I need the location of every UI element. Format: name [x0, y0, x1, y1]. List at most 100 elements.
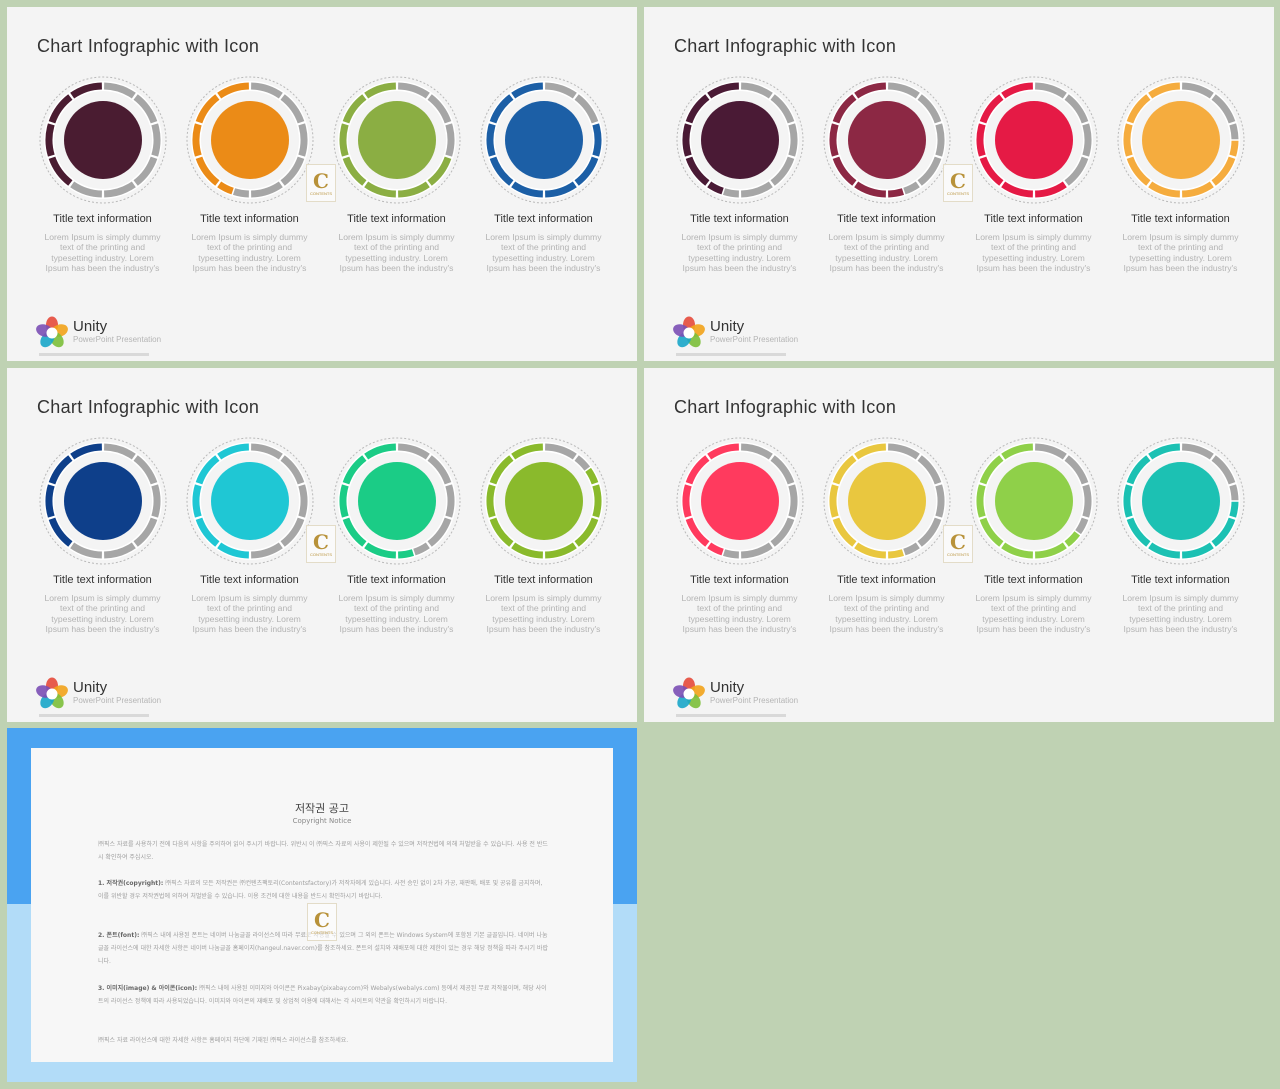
item-title: Title text information: [494, 213, 593, 225]
ring-segment-filled: [1122, 484, 1133, 518]
ring-segment-filled: [1122, 123, 1133, 157]
ring-segment-filled: [975, 484, 986, 518]
slide-4[interactable]: Chart Infographic with Icon Title text in…: [644, 368, 1274, 722]
brand-underline: [676, 714, 786, 717]
item-title: Title text information: [494, 574, 593, 586]
ring-segment-empty: [232, 188, 249, 198]
ring-segment-filled: [591, 123, 602, 157]
ring-segment-empty: [150, 123, 161, 157]
ring-segment-filled: [44, 484, 55, 518]
ring-segment-filled: [338, 484, 349, 518]
ring-segment-filled: [485, 484, 496, 518]
item-body: Lorem Ipsum is simply dummy text of the …: [681, 232, 798, 274]
ring-segment-filled: [887, 549, 904, 559]
ring-segment-empty: [722, 188, 739, 198]
brand-underline: [39, 353, 149, 356]
brand-text: Unity PowerPoint Presentation: [73, 318, 161, 345]
color-disc: [700, 101, 779, 179]
watermark-letter: C: [950, 168, 966, 193]
chart-item[interactable]: Title text information Lorem Ipsum is sim…: [176, 73, 323, 274]
brand-text: Unity PowerPoint Presentation: [710, 679, 798, 706]
notice-image: 3. 이미지(image) & 아이콘(icon): ㈜픽스 내에 사용된 이미…: [98, 982, 548, 1008]
ring-segment-filled: [397, 549, 414, 559]
ring-chart: [186, 76, 313, 204]
item-body: Lorem Ipsum is simply dummy text of the …: [1122, 593, 1239, 635]
notice-font-label: 2. 폰트(font):: [98, 932, 140, 939]
brand-name: Unity: [710, 679, 745, 696]
brand-logo: Unity PowerPoint Presentation: [35, 316, 161, 350]
ring-chart: [823, 76, 950, 204]
brand-underline: [676, 353, 786, 356]
chart-item[interactable]: Title text information Lorem Ipsum is sim…: [960, 434, 1107, 635]
color-disc: [994, 101, 1073, 179]
brand-logo: Unity PowerPoint Presentation: [672, 316, 798, 350]
slide-3[interactable]: Chart Infographic with Icon Title text in…: [7, 368, 637, 722]
chart-item[interactable]: Title text information Lorem Ipsum is sim…: [1107, 434, 1254, 635]
watermark-logo: C CONTENTS: [943, 164, 973, 202]
item-title: Title text information: [200, 574, 299, 586]
chart-item[interactable]: Title text information Lorem Ipsum is sim…: [470, 73, 617, 274]
ring-chart: [970, 76, 1097, 204]
item-body: Lorem Ipsum is simply dummy text of the …: [485, 232, 602, 274]
ring-segment-empty: [297, 123, 308, 157]
brand-subtitle: PowerPoint Presentation: [73, 335, 162, 344]
item-body: Lorem Ipsum is simply dummy text of the …: [338, 593, 455, 635]
item-body: Lorem Ipsum is simply dummy text of the …: [828, 232, 945, 274]
watermark-letter: C: [950, 529, 966, 554]
slide-title: Chart Infographic with Icon: [674, 36, 897, 56]
chart-item[interactable]: Title text information Lorem Ipsum is sim…: [813, 434, 960, 635]
chart-item[interactable]: Title text information Lorem Ipsum is sim…: [813, 73, 960, 274]
chart-item[interactable]: Title text information Lorem Ipsum is sim…: [176, 434, 323, 635]
watermark-text: CONTENTS: [947, 551, 969, 557]
color-disc: [1141, 101, 1220, 179]
watermark-letter: C: [314, 907, 330, 932]
ring-segment-empty: [1228, 123, 1238, 140]
ring-segment-filled: [191, 123, 202, 157]
unity-star-icon: [36, 677, 68, 709]
notice-paper: 저작권 공고 Copyright Notice ㈜픽스 자료를 사용하기 전에 …: [31, 748, 613, 1062]
ring-chart: [186, 437, 313, 565]
color-disc: [700, 462, 779, 540]
ring-segment-empty: [722, 549, 739, 559]
item-title: Title text information: [837, 574, 936, 586]
item-title: Title text information: [1131, 213, 1230, 225]
ring-segment-filled: [681, 123, 692, 157]
item-title: Title text information: [1131, 574, 1230, 586]
item-body: Lorem Ipsum is simply dummy text of the …: [485, 593, 602, 635]
item-body: Lorem Ipsum is simply dummy text of the …: [44, 593, 161, 635]
chart-item[interactable]: Title text information Lorem Ipsum is sim…: [470, 434, 617, 635]
slide-copyright-notice[interactable]: 저작권 공고 Copyright Notice ㈜픽스 자료를 사용하기 전에 …: [7, 728, 637, 1082]
chart-item[interactable]: Title text information Lorem Ipsum is sim…: [29, 434, 176, 635]
notice-title: 저작권 공고: [294, 802, 350, 815]
ring-segment-empty: [1081, 484, 1092, 518]
ring-chart: [676, 76, 803, 204]
slide-2[interactable]: Chart Infographic with Icon Title text in…: [644, 7, 1274, 361]
ring-segment-empty: [787, 123, 798, 157]
ring-segment-filled: [975, 123, 986, 157]
chart-item[interactable]: Title text information Lorem Ipsum is sim…: [323, 434, 470, 635]
watermark-logo: C CONTENTS: [943, 525, 973, 563]
watermark-logo: C CONTENTS: [306, 164, 336, 202]
item-body: Lorem Ipsum is simply dummy text of the …: [191, 593, 308, 635]
slide-1[interactable]: Chart Infographic with Icon Title text in…: [7, 7, 637, 361]
ring-segment-filled: [1228, 140, 1238, 157]
ring-chart: [39, 437, 166, 565]
chart-item[interactable]: Title text information Lorem Ipsum is sim…: [29, 73, 176, 274]
item-title: Title text information: [53, 213, 152, 225]
chart-item[interactable]: Title text information Lorem Ipsum is sim…: [323, 73, 470, 274]
chart-item[interactable]: Title text information Lorem Ipsum is sim…: [666, 73, 813, 274]
item-body: Lorem Ipsum is simply dummy text of the …: [975, 593, 1092, 635]
color-disc: [994, 462, 1073, 540]
brand-name: Unity: [710, 318, 745, 335]
color-disc: [63, 101, 142, 179]
ring-chart: [1117, 437, 1244, 565]
color-disc: [357, 101, 436, 179]
item-title: Title text information: [347, 213, 446, 225]
color-disc: [847, 462, 926, 540]
chart-item[interactable]: Title text information Lorem Ipsum is sim…: [960, 73, 1107, 274]
chart-item[interactable]: Title text information Lorem Ipsum is sim…: [1107, 73, 1254, 274]
brand-name: Unity: [73, 679, 108, 696]
ring-segment-filled: [485, 123, 496, 157]
chart-item[interactable]: Title text information Lorem Ipsum is sim…: [666, 434, 813, 635]
unity-star-icon: [36, 316, 68, 348]
